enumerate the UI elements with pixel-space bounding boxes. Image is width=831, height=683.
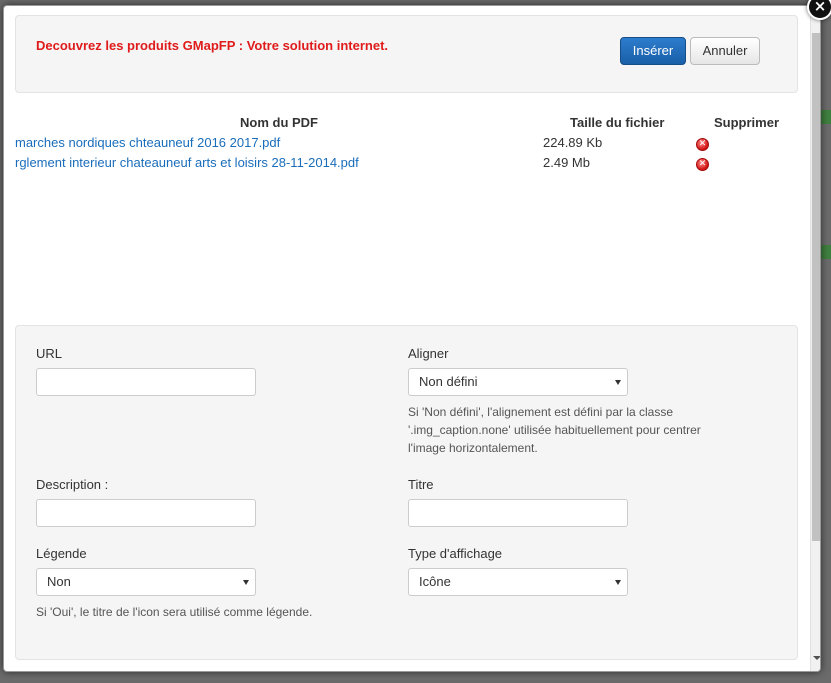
caption-help-text: Si 'Oui', le titre de l'icon sera utilis… [36,605,313,619]
modal-content: Decouvrez les produits GMapFP : Votre so… [4,6,810,671]
title-label: Titre [408,477,434,492]
delete-icon[interactable]: ✕ [696,138,709,151]
description-input[interactable] [36,499,256,527]
title-input[interactable] [408,499,628,527]
insert-pdf-modal: Decouvrez les produits GMapFP : Votre so… [3,5,821,672]
align-help-text: Si 'Non défini', l'alignement est défini… [408,405,701,455]
display-type-select-value: Icône [419,574,451,589]
cancel-button[interactable]: Annuler [690,37,760,65]
description-label: Description : [36,477,109,492]
file-size: 224.89 Kb [543,135,603,150]
column-header-size: Taille du fichier [570,115,665,130]
column-header-name: Nom du PDF [240,115,318,130]
display-type-select[interactable]: Icône [408,568,628,596]
table-row: rglement interieur chateauneuf arts et l… [15,155,785,175]
header-panel: Decouvrez les produits GMapFP : Votre so… [15,15,798,93]
chevron-down-icon [243,580,249,585]
properties-form: URL Aligner Non défini Si 'Non défini', … [15,325,798,660]
chevron-down-icon [615,580,621,585]
url-input[interactable] [36,368,256,396]
pdf-file-link[interactable]: marches nordiques chteauneuf 2016 2017.p… [15,135,280,150]
display-type-label: Type d'affichage [408,546,503,561]
file-size: 2.49 Mb [543,155,590,170]
scroll-down-arrow-icon[interactable] [813,656,820,660]
caption-select-value: Non [47,574,71,589]
vertical-scrollbar[interactable] [810,6,820,671]
chevron-down-icon [615,380,621,385]
scrollbar-thumb[interactable] [812,33,820,541]
caption-label: Légende [36,546,87,561]
table-row: marches nordiques chteauneuf 2016 2017.p… [15,135,785,155]
url-label: URL [36,346,63,361]
insert-button[interactable]: Insérer [620,37,686,65]
column-header-delete: Supprimer [714,115,780,130]
align-select[interactable]: Non défini [408,368,628,396]
caption-select[interactable]: Non [36,568,256,596]
align-label: Aligner [408,346,449,361]
pdf-file-link[interactable]: rglement interieur chateauneuf arts et l… [15,155,359,170]
promo-text: Decouvrez les produits GMapFP : Votre so… [36,38,389,53]
delete-icon[interactable]: ✕ [696,158,709,171]
align-select-value: Non défini [419,374,478,389]
